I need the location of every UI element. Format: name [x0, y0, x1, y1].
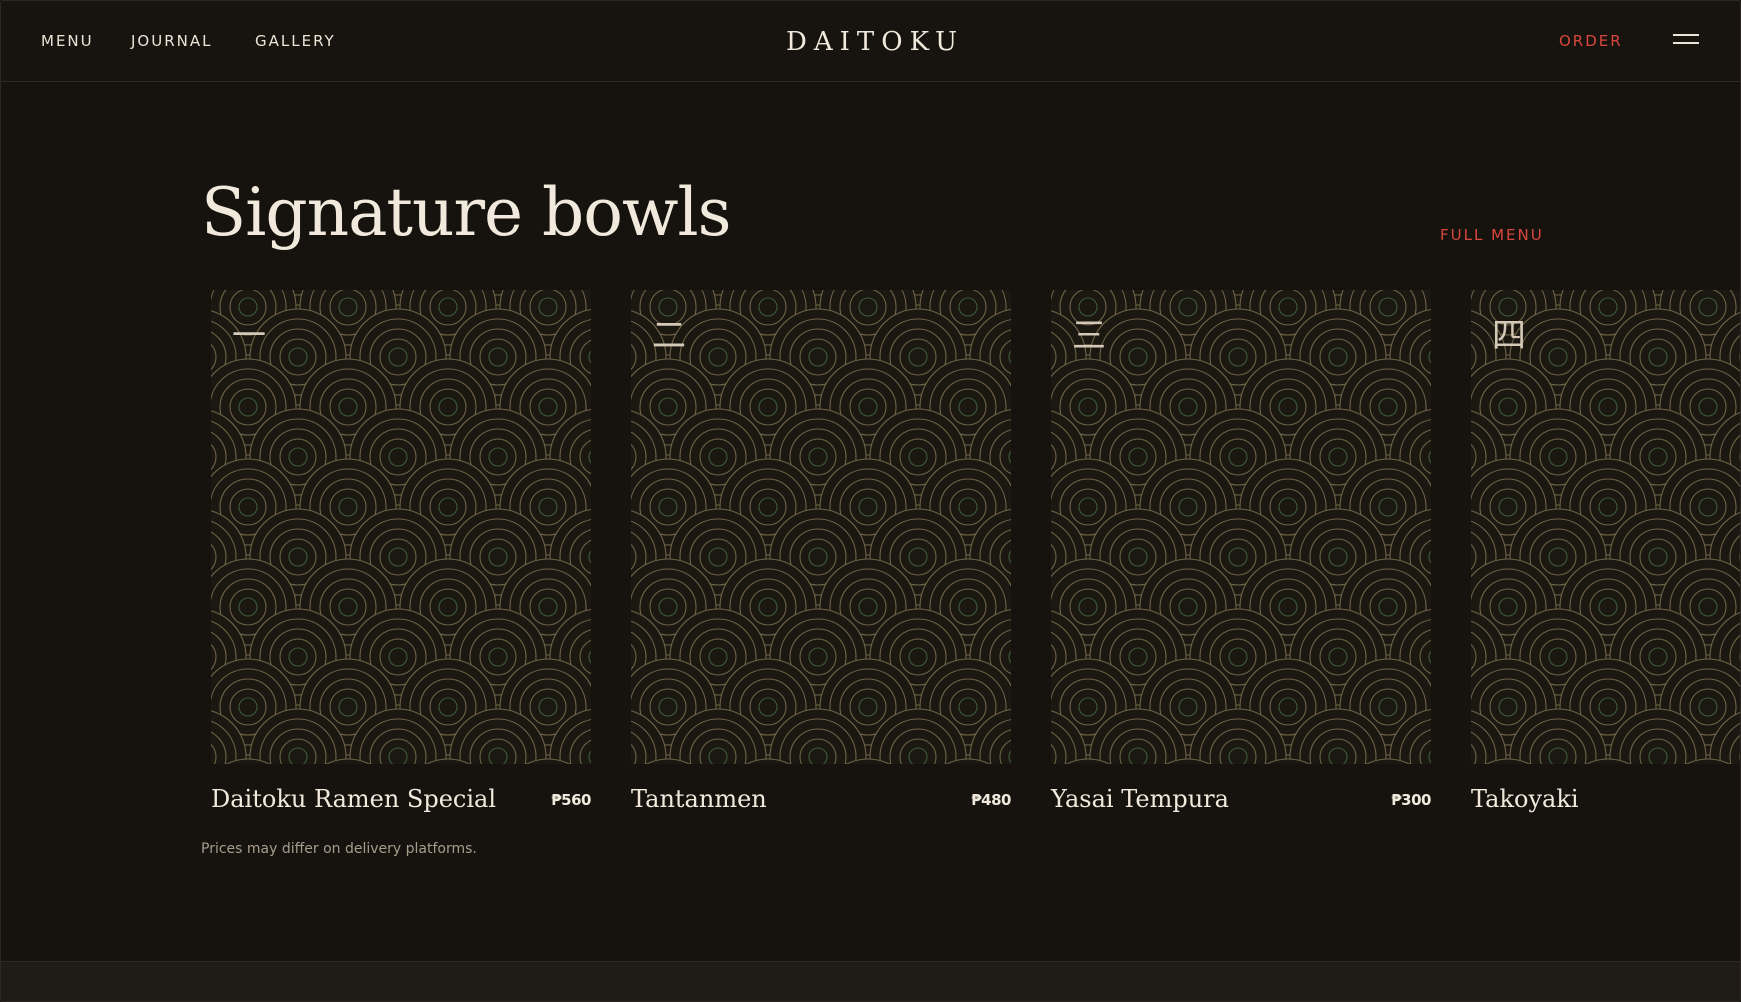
dish-name: Takoyaki	[1471, 785, 1579, 813]
dish-image: 二	[631, 290, 1011, 764]
full-menu-link[interactable]: FULL MENU	[1440, 226, 1544, 244]
dish-name: Daitoku Ramen Special	[211, 785, 497, 813]
hamburger-line	[1673, 34, 1699, 36]
dish-card[interactable]: 四 Takoyaki	[1471, 290, 1740, 830]
dish-numeral: 二	[652, 316, 686, 356]
brand-logo[interactable]: DAITOKU	[1, 26, 1740, 58]
section-title: Signature bowls	[201, 174, 731, 251]
dish-card[interactable]: 二 Tantanmen ₱480	[631, 290, 1011, 830]
hamburger-icon[interactable]	[1671, 31, 1701, 51]
order-link[interactable]: ORDER	[1559, 32, 1623, 50]
dish-price: ₱560	[551, 791, 591, 809]
dish-name: Yasai Tempura	[1051, 785, 1229, 813]
dish-name: Tantanmen	[631, 785, 767, 813]
top-navigation-bar: MENU JOURNAL GALLERY DAITOKU ORDER	[1, 1, 1740, 82]
dish-numeral: 四	[1492, 316, 1526, 356]
seigaiha-pattern	[631, 290, 1011, 764]
dish-image: 四	[1471, 290, 1740, 764]
dish-price: ₱480	[971, 791, 1011, 809]
dish-numeral: 一	[232, 316, 266, 356]
seigaiha-pattern	[1051, 290, 1431, 764]
dish-card[interactable]: 一 Daitoku Ramen Special ₱560	[211, 290, 591, 830]
price-disclaimer: Prices may differ on delivery platforms.	[201, 841, 477, 857]
seigaiha-pattern	[211, 290, 591, 764]
dish-price: ₱300	[1391, 791, 1431, 809]
next-section-edge	[1, 961, 1740, 1001]
page-frame: MENU JOURNAL GALLERY DAITOKU ORDER Signa…	[0, 0, 1741, 1002]
seigaiha-pattern	[1471, 290, 1740, 764]
dish-image: 三	[1051, 290, 1431, 764]
dish-card[interactable]: 三 Yasai Tempura ₱300	[1051, 290, 1431, 830]
dish-numeral: 三	[1072, 316, 1106, 356]
dish-carousel: 一 Daitoku Ramen Special ₱560 二 Tantanmen…	[211, 290, 1740, 830]
hamburger-line	[1673, 42, 1699, 44]
dish-image: 一	[211, 290, 591, 764]
